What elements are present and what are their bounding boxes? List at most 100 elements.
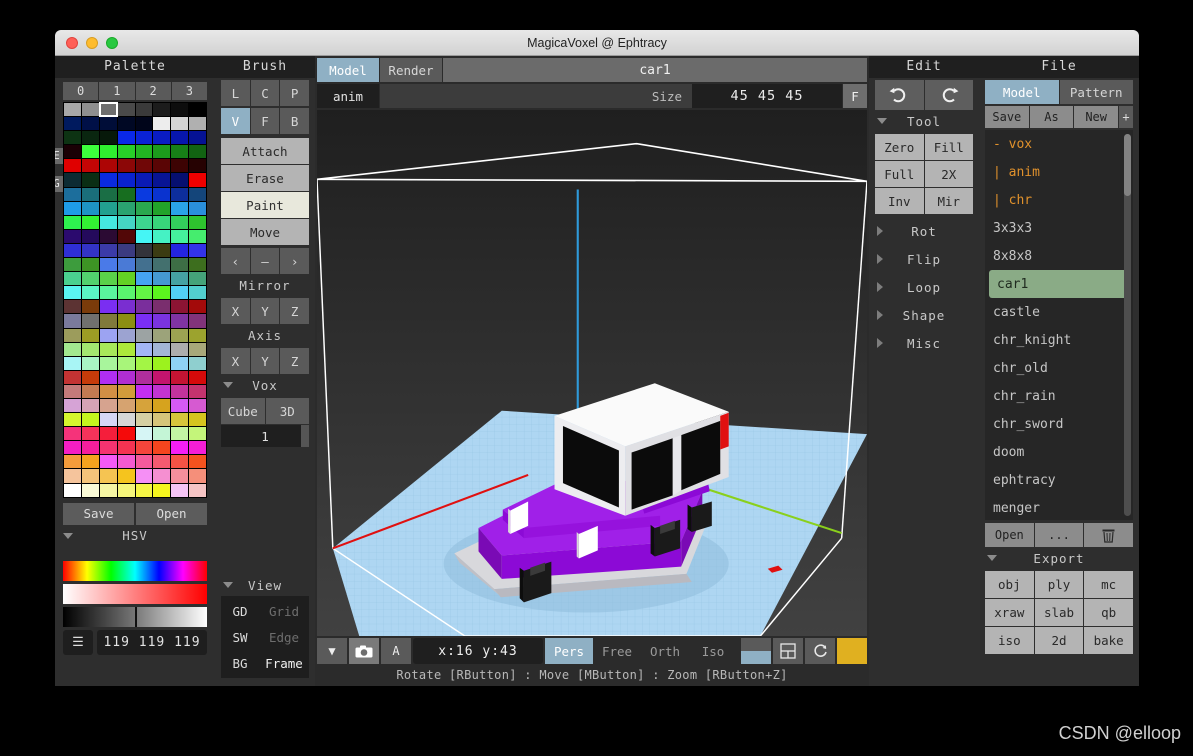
- vox-size-field[interactable]: 1: [221, 425, 309, 447]
- palette-swatch[interactable]: [189, 441, 206, 455]
- palette-swatch[interactable]: [171, 483, 189, 497]
- palette-swatch[interactable]: [153, 328, 171, 342]
- export-xraw[interactable]: xraw: [985, 599, 1034, 626]
- file-item[interactable]: doom: [985, 438, 1133, 466]
- palette-swatch[interactable]: [99, 272, 117, 286]
- camera-icon[interactable]: [349, 638, 379, 664]
- frame-toggle-button[interactable]: F: [843, 84, 867, 108]
- palette-swatch[interactable]: [153, 370, 171, 384]
- palette-swatch[interactable]: [189, 300, 206, 314]
- palette-swatch[interactable]: [171, 328, 189, 342]
- palette-swatch[interactable]: [64, 243, 81, 258]
- palette-swatch[interactable]: [171, 131, 189, 145]
- palette-swatch[interactable]: [171, 215, 189, 229]
- palette-swatch[interactable]: [153, 469, 171, 483]
- palette-swatch[interactable]: [64, 413, 81, 427]
- palette-swatch[interactable]: [135, 286, 153, 300]
- palette-swatch[interactable]: [171, 398, 189, 413]
- palette-swatch[interactable]: [171, 455, 189, 469]
- palette-swatch[interactable]: [81, 314, 99, 328]
- palette-swatch[interactable]: [153, 145, 171, 159]
- palette-swatch[interactable]: [189, 469, 206, 483]
- hue-slider[interactable]: [63, 560, 207, 581]
- brush-mode-v[interactable]: V: [221, 108, 250, 134]
- file-saveas-button[interactable]: As: [1029, 106, 1074, 128]
- palette-swatch[interactable]: [117, 145, 135, 159]
- vox-section-header[interactable]: Vox: [215, 374, 315, 396]
- axis-axes-row[interactable]: XYZ: [221, 348, 310, 374]
- palette-swatch[interactable]: [99, 328, 117, 342]
- palette-swatch[interactable]: [99, 117, 117, 131]
- palette-swatch[interactable]: [153, 441, 171, 455]
- palette-swatch[interactable]: [99, 286, 117, 300]
- palette-swatch[interactable]: [117, 173, 135, 187]
- export-bake[interactable]: bake: [1084, 627, 1133, 654]
- mirror-axis-x[interactable]: X: [221, 298, 250, 324]
- palette-swatch[interactable]: [189, 131, 206, 145]
- palette-swatch[interactable]: [171, 286, 189, 300]
- palette-swatch[interactable]: [135, 215, 153, 229]
- palette-swatch[interactable]: [64, 258, 81, 272]
- color-swatch-icon[interactable]: [837, 638, 867, 664]
- edit-sections[interactable]: Rot Flip Loop Shape Misc: [869, 214, 979, 354]
- palette-swatch[interactable]: [81, 370, 99, 384]
- palette-swatch[interactable]: [99, 131, 117, 145]
- file-item[interactable]: chr_rain: [985, 382, 1133, 410]
- value-slider[interactable]: [63, 606, 207, 627]
- export-section-header[interactable]: Export: [979, 547, 1139, 569]
- tool-zero[interactable]: Zero: [875, 134, 924, 160]
- projection-orth[interactable]: Orth: [641, 638, 689, 664]
- palette-swatch[interactable]: [189, 370, 206, 384]
- tab-render[interactable]: Render: [380, 58, 442, 82]
- palette-swatch[interactable]: [153, 342, 171, 356]
- brush-mode-row-2[interactable]: VFB: [221, 108, 310, 134]
- brush-mode-b[interactable]: B: [280, 108, 310, 134]
- axis-a-button[interactable]: A: [381, 638, 411, 664]
- palette-swatch[interactable]: [135, 483, 153, 497]
- hsv-section-header[interactable]: HSV: [55, 525, 215, 547]
- palette-swatch[interactable]: [64, 272, 81, 286]
- palette-swatch[interactable]: [189, 328, 206, 342]
- palette-swatch[interactable]: [64, 356, 81, 370]
- palette-swatch[interactable]: [135, 455, 153, 469]
- brush-action-erase[interactable]: Erase: [221, 165, 309, 191]
- palette-swatch[interactable]: [64, 441, 81, 455]
- palette-swatch[interactable]: [171, 173, 189, 187]
- palette-swatch[interactable]: [81, 483, 99, 497]
- palette-swatch[interactable]: [189, 272, 206, 286]
- scrollbar-thumb[interactable]: [1124, 134, 1131, 196]
- undo-icon[interactable]: [875, 80, 924, 110]
- tool-buttons[interactable]: Zero Fill Full 2X Inv Mir: [875, 134, 973, 214]
- palette-swatch[interactable]: [99, 441, 117, 455]
- palette-actions[interactable]: Save Open: [63, 502, 207, 525]
- palette-edge-label-e[interactable]: E: [55, 148, 63, 164]
- palette-swatch[interactable]: [64, 145, 81, 159]
- palette-swatch[interactable]: [189, 173, 206, 187]
- file-list-actions[interactable]: Open ...: [985, 523, 1134, 547]
- trash-icon[interactable]: [1084, 523, 1134, 547]
- file-item[interactable]: castle: [985, 298, 1133, 326]
- reset-rotate-icon[interactable]: [805, 638, 835, 664]
- palette-swatch[interactable]: [189, 201, 206, 215]
- palette-swatch[interactable]: [117, 413, 135, 427]
- brush-action-paint[interactable]: Paint: [221, 192, 309, 218]
- palette-swatch[interactable]: [171, 384, 189, 398]
- palette-swatch[interactable]: [171, 229, 189, 243]
- tool-2x[interactable]: 2X: [924, 161, 973, 187]
- palette-swatch[interactable]: [153, 215, 171, 229]
- brush-mode-f[interactable]: F: [250, 108, 280, 134]
- palette-swatch[interactable]: [153, 159, 171, 173]
- palette-swatch[interactable]: [135, 117, 153, 131]
- palette-swatch[interactable]: [99, 384, 117, 398]
- view-option-grid[interactable]: GD Grid: [221, 598, 309, 624]
- palette-swatch[interactable]: [171, 370, 189, 384]
- palette-swatch[interactable]: [171, 145, 189, 159]
- file-add-button[interactable]: +: [1119, 106, 1134, 128]
- file-item[interactable]: ephtracy: [985, 466, 1133, 494]
- file-item[interactable]: chr_sword: [985, 410, 1133, 438]
- palette-swatch[interactable]: [153, 286, 171, 300]
- palette-swatch[interactable]: [153, 398, 171, 413]
- view-options[interactable]: GD Grid SW Edge BG Frame: [221, 596, 309, 678]
- mirror-axis-z[interactable]: Z: [280, 298, 310, 324]
- palette-swatch[interactable]: [171, 314, 189, 328]
